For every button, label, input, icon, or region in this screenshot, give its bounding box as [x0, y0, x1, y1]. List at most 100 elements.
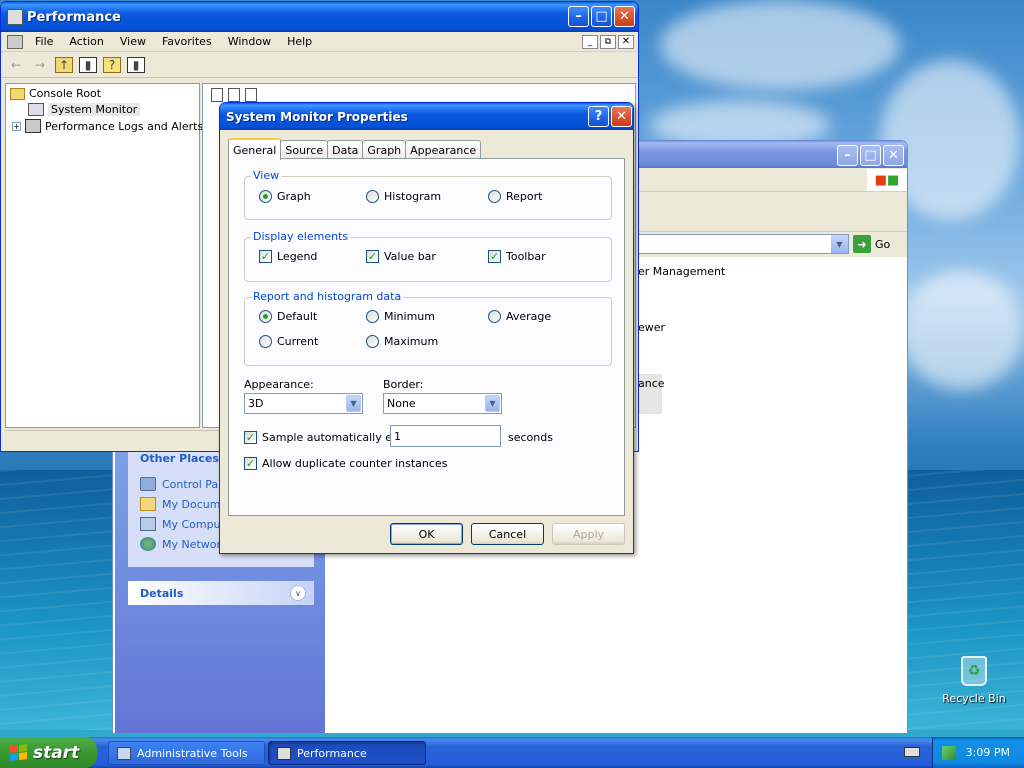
menu-file[interactable]: File — [27, 35, 61, 48]
go-label: Go — [875, 237, 891, 251]
checkbox-label: Toolbar — [506, 250, 546, 263]
tree-item-system-monitor[interactable]: System Monitor — [28, 103, 141, 116]
child-minimize-button[interactable]: _ — [582, 34, 598, 49]
computer-icon — [140, 517, 156, 531]
view-group: View Graph Histogram Report — [244, 169, 612, 220]
minimize-button[interactable]: – — [568, 6, 589, 27]
properties-icon[interactable]: ▮ — [127, 56, 145, 73]
details-title: Details — [128, 581, 314, 605]
chevron-down-icon[interactable]: ▼ — [485, 395, 500, 412]
radio-button[interactable] — [366, 190, 379, 203]
radio-button[interactable] — [366, 335, 379, 348]
report-histogram-label: Report and histogram data — [251, 290, 404, 303]
radio-minimum[interactable]: Minimum — [366, 310, 435, 323]
tab-source[interactable]: Source — [280, 140, 329, 159]
forward-arrow-icon[interactable]: → — [31, 57, 49, 73]
tree-item-console-root[interactable]: Console Root — [10, 87, 101, 100]
border-select[interactable]: None ▼ — [383, 393, 502, 414]
mmc-icon — [277, 746, 291, 760]
list-item[interactable]: ewer — [638, 321, 665, 334]
other-places-item-label: Control Pan — [162, 477, 226, 491]
chevron-down-icon[interactable]: ∨ — [290, 585, 306, 601]
dialog-close-button[interactable]: ✕ — [611, 106, 632, 127]
apply-button[interactable]: Apply — [552, 523, 625, 545]
help-icon[interactable]: ? — [103, 56, 121, 73]
radio-histogram[interactable]: Histogram — [366, 190, 441, 203]
network-icon — [140, 537, 156, 551]
radio-button[interactable] — [488, 310, 501, 323]
ok-button[interactable]: OK — [390, 523, 463, 545]
keyboard-icon[interactable] — [904, 747, 920, 757]
child-close-button[interactable]: ✕ — [618, 34, 634, 49]
address-dropdown-arrow[interactable]: ▼ — [831, 235, 848, 253]
expand-plus-icon[interactable]: + — [12, 121, 21, 131]
start-button[interactable]: start — [0, 737, 97, 768]
close-button[interactable]: ✕ — [883, 145, 904, 166]
cancel-button[interactable]: Cancel — [471, 523, 544, 545]
my-computer-link[interactable]: My Compute — [140, 517, 232, 531]
radio-button[interactable] — [259, 190, 272, 203]
child-restore-button[interactable]: ⧉ — [600, 34, 616, 49]
mmc-toolbar: ← → ↑ ▮ ? ▮ — [1, 52, 638, 78]
show-hide-tree-icon[interactable]: ▮ — [79, 56, 97, 73]
tab-data[interactable]: Data — [327, 140, 364, 159]
menu-favorites[interactable]: Favorites — [154, 35, 220, 48]
checkbox[interactable]: ✓ — [244, 431, 257, 444]
checkbox[interactable]: ✓ — [259, 250, 272, 263]
radio-maximum[interactable]: Maximum — [366, 335, 438, 348]
recycle-bin[interactable]: ♻ Recycle Bin — [940, 656, 1008, 712]
control-panel-link[interactable]: Control Pan — [140, 477, 225, 491]
checkbox-toolbar[interactable]: ✓ Toolbar — [488, 250, 546, 263]
radio-button[interactable] — [488, 190, 501, 203]
radio-report[interactable]: Report — [488, 190, 542, 203]
menu-action[interactable]: Action — [61, 35, 111, 48]
task-performance[interactable]: Performance — [268, 741, 426, 765]
taskbar: start Administrative Tools Performance 3… — [0, 737, 1024, 768]
network-icon[interactable] — [941, 745, 956, 760]
task-administrative-tools[interactable]: Administrative Tools — [108, 741, 265, 765]
radio-button[interactable] — [259, 310, 272, 323]
radio-current[interactable]: Current — [259, 335, 318, 348]
menu-view[interactable]: View — [112, 35, 154, 48]
checkbox-value-bar[interactable]: ✓ Value bar — [366, 250, 436, 263]
appearance-select[interactable]: 3D ▼ — [244, 393, 363, 414]
checkbox[interactable]: ✓ — [488, 250, 501, 263]
list-item[interactable]: er Management — [638, 265, 725, 278]
radio-button[interactable] — [259, 335, 272, 348]
checkbox-allow-duplicate[interactable]: ✓ Allow duplicate counter instances — [244, 457, 447, 470]
address-input[interactable] — [635, 234, 849, 254]
maximize-button[interactable]: □ — [860, 145, 881, 166]
radio-average[interactable]: Average — [488, 310, 551, 323]
details-panel[interactable]: Details ∨ — [128, 581, 314, 605]
close-button[interactable]: ✕ — [614, 6, 635, 27]
up-folder-icon[interactable]: ↑ — [55, 56, 73, 73]
checkbox-legend[interactable]: ✓ Legend — [259, 250, 317, 263]
chevron-down-icon[interactable]: ▼ — [346, 395, 361, 412]
list-item[interactable]: ance — [638, 377, 665, 390]
menu-help[interactable]: Help — [279, 35, 320, 48]
radio-default[interactable]: Default — [259, 310, 317, 323]
my-network-link[interactable]: My Network — [140, 537, 227, 551]
window-title: Performance — [27, 9, 121, 25]
minimize-button[interactable]: – — [837, 145, 858, 166]
radio-button[interactable] — [366, 310, 379, 323]
tree-item-label: System Monitor — [48, 103, 141, 116]
seconds-label: seconds — [508, 431, 553, 444]
dialog-help-button[interactable]: ? — [588, 106, 609, 127]
go-button[interactable]: ➜ Go — [853, 234, 903, 254]
back-arrow-icon[interactable]: ← — [7, 57, 25, 73]
tree-item-performance-logs[interactable]: + Performance Logs and Alerts — [12, 119, 203, 133]
border-label: Border: — [383, 378, 424, 391]
radio-graph[interactable]: Graph — [259, 190, 311, 203]
maximize-button[interactable]: □ — [591, 6, 612, 27]
radio-label: Graph — [277, 190, 311, 203]
menu-window[interactable]: Window — [220, 35, 279, 48]
recycle-bin-label: Recycle Bin — [942, 692, 1006, 705]
border-value: None — [387, 397, 416, 410]
checkbox[interactable]: ✓ — [366, 250, 379, 263]
sample-interval-input[interactable]: 1 — [390, 425, 501, 447]
checkbox[interactable]: ✓ — [244, 457, 257, 470]
tab-appearance[interactable]: Appearance — [405, 140, 482, 159]
tab-graph[interactable]: Graph — [362, 140, 407, 159]
tab-general[interactable]: General — [228, 138, 282, 160]
